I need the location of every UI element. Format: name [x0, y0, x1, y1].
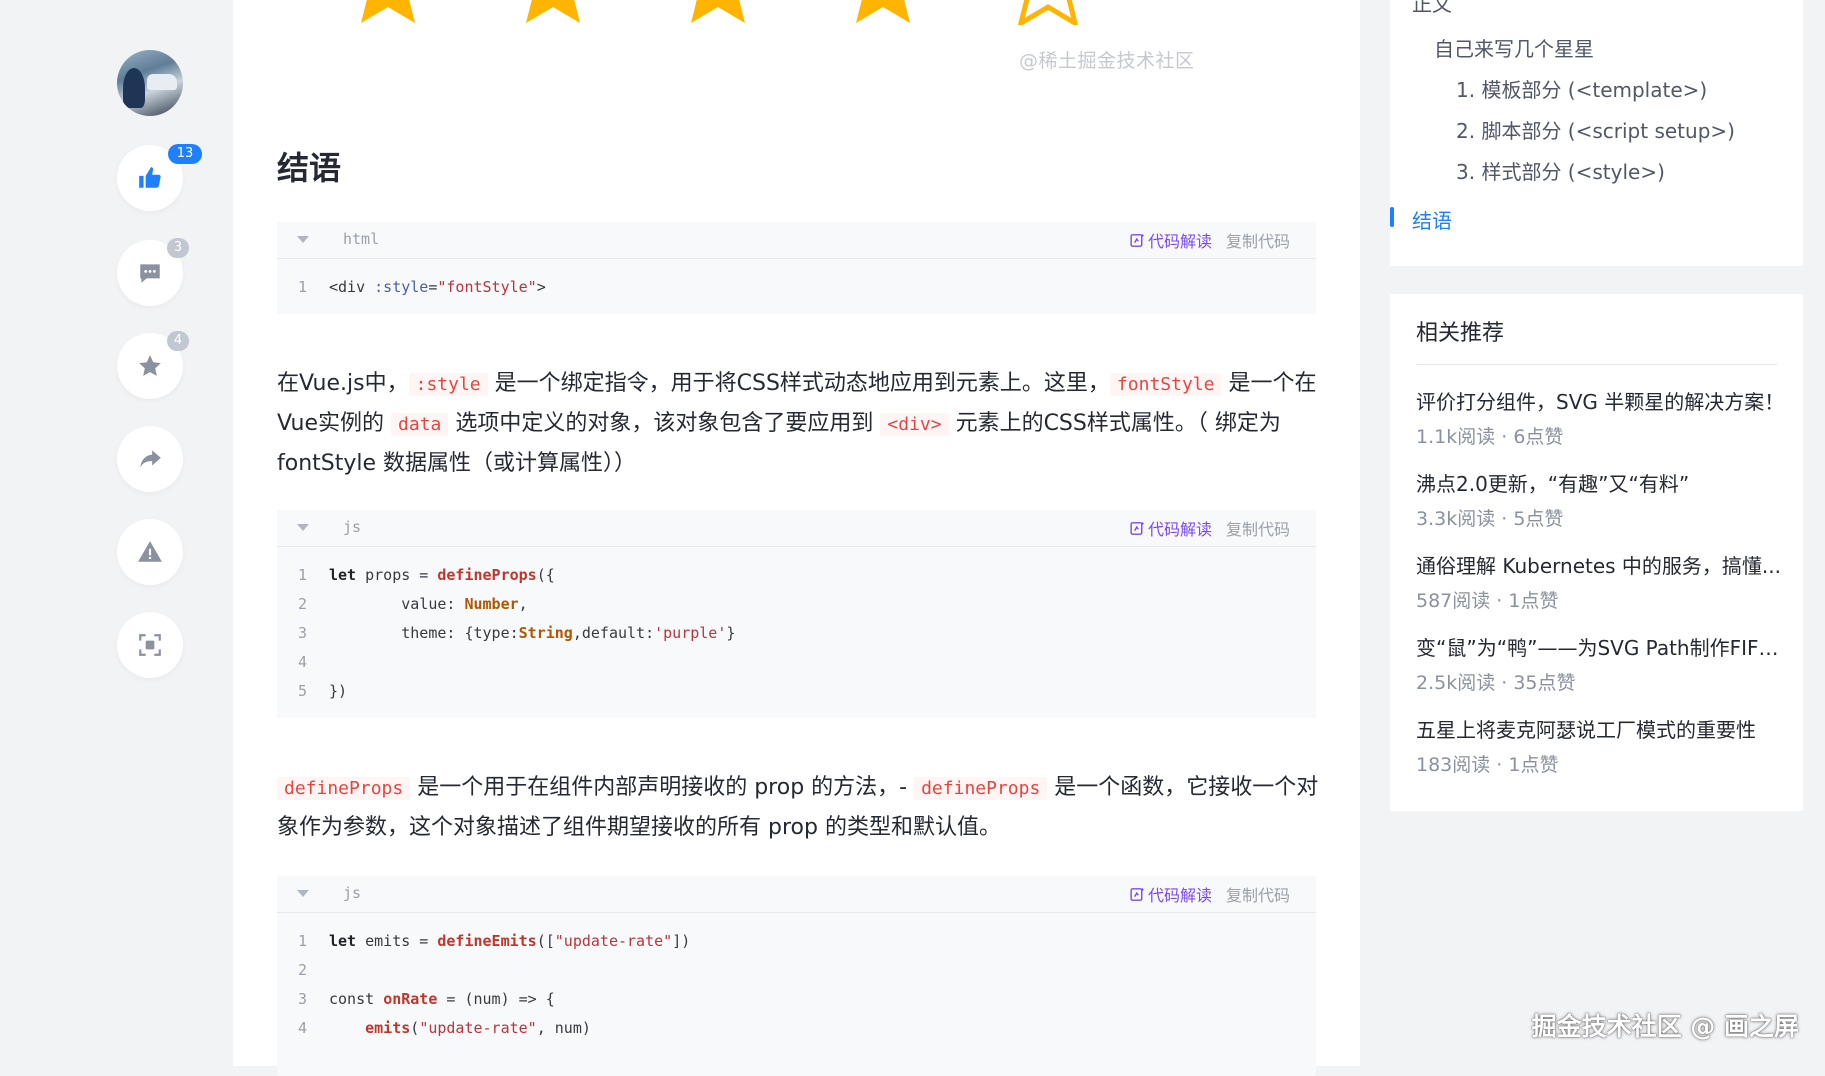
image-watermark: @稀土掘金技术社区 — [1019, 50, 1195, 72]
code-block-header: js 代码解读 复制代码 — [277, 510, 1316, 547]
star-icon — [139, 355, 161, 376]
toc-item-active[interactable]: 结语 — [1412, 205, 1452, 234]
collapse-caret-icon[interactable] — [297, 236, 309, 243]
copy-code-button[interactable]: 复制代码 — [1226, 882, 1290, 906]
code-explain-icon — [1130, 521, 1144, 535]
outline-star-icon — [1017, 0, 1079, 25]
code-tools: 代码解读 复制代码 — [1129, 882, 1290, 906]
code-tools: 代码解读 复制代码 — [1129, 516, 1290, 540]
recommend-item-meta: 2.5k阅读 · 35点赞 — [1416, 672, 1576, 694]
share-arrow-icon — [140, 450, 161, 468]
report-button[interactable] — [117, 519, 183, 585]
filled-star-icon — [691, 0, 745, 23]
comment-count-badge: 3 — [167, 238, 189, 258]
toc-item[interactable]: 正文 — [1412, 0, 1452, 17]
like-button[interactable]: 13 — [117, 144, 202, 211]
recommend-item-title[interactable]: 通俗理解 Kubernetes 中的服务，搞懂... — [1416, 552, 1786, 580]
code-explain-button[interactable]: 代码解读 — [1129, 228, 1212, 252]
share-button[interactable] — [117, 426, 183, 492]
code-block-js-emits: js 代码解读 复制代码 1 let emits = defineEmits(["… — [277, 876, 1316, 1076]
inline-code: <div> — [880, 413, 949, 436]
text-run: 选项中定义的对象，该对象包含了要应用到 — [448, 411, 881, 436]
inline-code: :style — [408, 373, 488, 396]
recommend-item-title[interactable]: 评价打分组件，SVG 半颗星的解决方案！ — [1416, 388, 1786, 416]
recommend-item-title[interactable]: 五星上将麦克阿瑟说工厂模式的重要性 — [1416, 716, 1786, 744]
recommend-item[interactable]: 沸点2.0更新，“有趣”又“有料” 3.3k阅读 · 5点赞 — [1416, 470, 1786, 532]
section-heading-conclusion: 结语 — [277, 149, 342, 187]
collapse-caret-icon[interactable] — [297, 890, 309, 897]
code-block-js-props: js 代码解读 复制代码 1 let props = defineProps({ … — [277, 510, 1316, 718]
fullscreen-icon — [139, 634, 161, 656]
comment-button[interactable]: 3 — [117, 238, 189, 306]
toc-item[interactable]: 3. 样式部分 (<style>) — [1456, 156, 1665, 185]
recommend-item-meta: 183阅读 · 1点赞 — [1416, 754, 1559, 776]
author-avatar[interactable] — [117, 50, 183, 116]
inline-code: fontStyle — [1109, 373, 1222, 396]
screenshot-watermark: 掘金技术社区 @ 画之屏 — [1531, 1012, 1799, 1041]
toc-item[interactable]: 自己来写几个星星 — [1434, 33, 1594, 62]
code-tools: 代码解读 复制代码 — [1129, 228, 1290, 252]
recommend-item-title[interactable]: 变“鼠”为“鸭”——为SVG Path制作FIFO... — [1416, 634, 1786, 662]
code-content: 1 let emits = defineEmits(["update-rate"]… — [297, 932, 691, 1037]
code-block-html: html 代码解读 复制代码 1 <div :style="fontStyle"> — [277, 222, 1316, 314]
comment-icon — [140, 264, 160, 283]
recommend-item[interactable]: 变“鼠”为“鸭”——为SVG Path制作FIFO... 2.5k阅读 · 35… — [1416, 634, 1786, 696]
code-explain-button[interactable]: 代码解读 — [1129, 882, 1212, 906]
related-recommendations: 相关推荐 评价打分组件，SVG 半颗星的解决方案！ 1.1k阅读 · 6点赞 沸… — [1390, 294, 1803, 811]
code-explain-label: 代码解读 — [1147, 520, 1212, 539]
code-language-label: js — [343, 518, 362, 536]
recommend-item-meta: 587阅读 · 1点赞 — [1416, 590, 1559, 612]
inline-code: defineProps — [914, 777, 1048, 800]
code-explain-label: 代码解读 — [1147, 232, 1212, 251]
code-explain-label: 代码解读 — [1147, 886, 1212, 905]
recommend-item-meta: 3.3k阅读 · 5点赞 — [1416, 508, 1564, 530]
filled-star-icon — [856, 0, 910, 23]
inline-code: defineProps — [277, 777, 411, 800]
code-explain-icon — [1130, 887, 1144, 901]
toc-item[interactable]: 1. 模板部分 (<template>) — [1456, 74, 1707, 103]
avatar-car-shape — [147, 74, 177, 90]
related-title: 相关推荐 — [1416, 321, 1505, 346]
focus-mode-button[interactable] — [117, 612, 183, 678]
table-of-contents: 正文 自己来写几个星星 1. 模板部分 (<template>) 2. 脚本部分… — [1390, 0, 1803, 266]
article-content: @稀土掘金技术社区 结语 html 代码解读 复制代码 1 <div :style… — [233, 0, 1360, 1076]
filled-star-icon — [526, 0, 580, 23]
collect-count-badge: 4 — [167, 331, 189, 351]
code-content: 1 let props = defineProps({ 2 value: Numb… — [297, 566, 736, 700]
code-language-label: html — [343, 230, 380, 248]
thumbs-up-icon — [139, 167, 161, 188]
warning-icon — [138, 541, 162, 562]
text-run: 在Vue.js中， — [277, 371, 409, 396]
copy-code-button[interactable]: 复制代码 — [1226, 228, 1290, 252]
code-block-header: html 代码解读 复制代码 — [277, 222, 1316, 259]
divider — [1416, 364, 1777, 365]
paragraph-style-binding: 在Vue.js中，:style 是一个绑定指令，用于将CSS样式动态地应用到元素… — [277, 364, 1322, 483]
copy-code-button[interactable]: 复制代码 — [1226, 516, 1290, 540]
toc-item[interactable]: 2. 脚本部分 (<script setup>) — [1456, 115, 1735, 144]
code-explain-button[interactable]: 代码解读 — [1129, 516, 1212, 540]
recommend-item-title[interactable]: 沸点2.0更新，“有趣”又“有料” — [1416, 470, 1786, 498]
paragraph-defineprops: defineProps 是一个用于在组件内部声明接收的 prop 的方法，- d… — [277, 768, 1322, 847]
avatar-person-shape — [123, 68, 145, 108]
recommend-item-meta: 1.1k阅读 · 6点赞 — [1416, 426, 1564, 448]
like-count-badge: 13 — [168, 144, 202, 164]
collapse-caret-icon[interactable] — [297, 524, 309, 531]
collect-button[interactable]: 4 — [117, 331, 189, 399]
filled-star-icon — [361, 0, 415, 23]
recommend-item[interactable]: 五星上将麦克阿瑟说工厂模式的重要性 183阅读 · 1点赞 — [1416, 716, 1786, 778]
code-content: 1 <div :style="fontStyle"> — [297, 278, 546, 296]
text-run: 是一个绑定指令，用于将CSS样式动态地应用到元素上。这里， — [487, 371, 1110, 396]
toc-active-marker — [1390, 207, 1394, 227]
code-language-label: js — [343, 884, 362, 902]
text-run: 是一个用于在组件内部声明接收的 prop 的方法，- — [410, 775, 915, 800]
recommend-item[interactable]: 通俗理解 Kubernetes 中的服务，搞懂... 587阅读 · 1点赞 — [1416, 552, 1786, 614]
code-block-header: js 代码解读 复制代码 — [277, 876, 1316, 913]
code-explain-icon — [1130, 233, 1144, 247]
recommend-item[interactable]: 评价打分组件，SVG 半颗星的解决方案！ 1.1k阅读 · 6点赞 — [1416, 388, 1786, 450]
inline-code: data — [391, 413, 449, 436]
